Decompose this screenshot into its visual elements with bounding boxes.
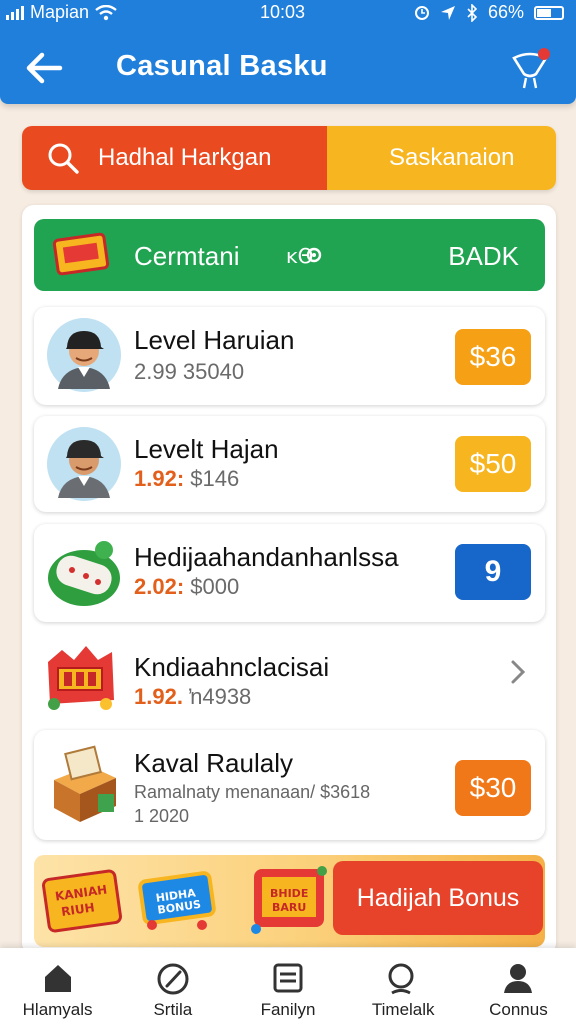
price-badge[interactable]: $30 [455, 760, 531, 816]
nav-label: Hlamyals [22, 1000, 93, 1019]
gear-icon: ĸΘ [286, 244, 322, 267]
notification-bell-icon [512, 48, 550, 89]
bonus-banner[interactable]: KANIAH RIUH HIDHA BONUS BHIDE BARU Hadij… [34, 855, 545, 947]
signal-icon [6, 5, 24, 20]
chevron-right-icon[interactable] [509, 658, 527, 686]
nav-label: Srtila [153, 1000, 193, 1019]
svg-text:ĸΘ: ĸΘ [286, 244, 313, 267]
treasure-box-icon [54, 745, 116, 822]
nav-label: Timelalk [371, 1000, 435, 1019]
banner-action: BADK [448, 241, 519, 271]
banner-title: Cermtani [134, 241, 240, 271]
item-title: Level Haruian [134, 325, 295, 355]
item-subtitle: 1.92. ŉ4938 [134, 684, 251, 710]
price-badge[interactable]: $50 [455, 436, 531, 492]
item-rating: 2.02: [134, 574, 185, 599]
profile-icon [504, 964, 533, 993]
back-arrow-icon [26, 52, 63, 84]
list-item[interactable]: Kaval Raulaly Ramalnaty menanaan/ $3618 … [34, 730, 545, 840]
nav-label: Fanilyn [260, 1000, 316, 1019]
nav-item-profile[interactable]: Connus [461, 948, 576, 1024]
search-alt-button[interactable]: Saskanaion [327, 126, 556, 190]
search-icon [388, 963, 414, 995]
search-label: Hadhal Harkgan [98, 144, 272, 171]
bonus-sticker-icon: KANIAH RIUH [42, 869, 122, 933]
notification-button[interactable] [506, 42, 554, 92]
item-subtitle: 2.99 35040 [134, 359, 245, 384]
bottom-navigation: Hlamyals Srtila Fanilyn Timelalk Connus [0, 948, 576, 1024]
nav-item-list[interactable]: Fanilyn [230, 948, 345, 1024]
search-banner: Hadhal Harkgan Saskanaion [22, 126, 556, 190]
item-subtitle: 2.02: $000 [134, 574, 239, 600]
search-alt-label: Saskanaion [389, 144, 515, 171]
back-button[interactable] [22, 46, 66, 90]
list-item[interactable]: Level Haruian 2.99 35040 $36 [34, 307, 545, 405]
bonus-box-icon: HIDHA BONUS [138, 871, 216, 930]
count-badge[interactable]: 9 [455, 544, 531, 600]
item-subtitle: Ramalnaty menanaan/ $3618 [134, 782, 371, 802]
nav-item-search[interactable]: Timelalk [346, 948, 461, 1024]
app-header: Mapian 10:03 66% Casunal Basku [0, 0, 576, 104]
bluetooth-icon [467, 3, 478, 22]
price-badge[interactable]: $36 [455, 329, 531, 385]
bonus-chest-icon: BHIDE BARU [251, 866, 327, 934]
list-item[interactable]: Hedijaahandanhanlssa 2.02: $000 9 [34, 524, 545, 622]
location-icon [440, 5, 455, 20]
list-item[interactable]: Levelt Hajan 1.92: $146 $50 [34, 416, 545, 512]
status-bar: Mapian 10:03 66% [0, 0, 576, 26]
category-banner[interactable]: Cermtani ĸΘ BADK [34, 219, 545, 291]
nav-item-gauge[interactable]: Srtila [115, 948, 230, 1024]
dice-icon [48, 541, 120, 606]
slot-machine-icon [48, 646, 114, 710]
avatar-icon [47, 427, 121, 501]
avatar-icon [47, 318, 121, 392]
battery-icon [534, 5, 564, 20]
item-price: $146 [190, 466, 240, 491]
item-title: Kaval Raulaly [134, 748, 293, 778]
wifi-icon [95, 4, 117, 20]
list-item[interactable]: Kndiaahnclacisai 1.92. ŉ4938 [34, 634, 545, 726]
page-title: Casunal Basku [116, 50, 328, 82]
item-title: Kndiaahnclacisai [134, 652, 330, 682]
nav-item-home[interactable]: Hlamyals [0, 948, 115, 1024]
item-rating: 1.92: [134, 466, 185, 491]
item-title: Hedijaahandanhanlssa [134, 542, 399, 572]
ticket-icon [52, 232, 110, 276]
search-button[interactable]: Hadhal Harkgan [22, 126, 327, 190]
carrier-name: Mapian [30, 2, 90, 22]
item-title: Levelt Hajan [134, 434, 279, 464]
search-icon [48, 143, 79, 174]
svg-text:BHIDE: BHIDE [270, 887, 308, 900]
item-subtitle: 1.92: $146 [134, 466, 239, 492]
svg-text:BARU: BARU [272, 901, 306, 914]
item-subtitle-2: 1 2020 [134, 806, 190, 826]
nav-label: Connus [489, 1000, 548, 1019]
alarm-icon [414, 5, 429, 20]
item-price: $000 [190, 574, 240, 599]
item-price: ŉ4938 [189, 684, 252, 709]
home-icon [44, 965, 71, 992]
clock: 10:03 [260, 2, 306, 22]
bonus-button[interactable]: Hadijah Bonus [333, 861, 543, 935]
battery-percent: 66% [487, 2, 524, 22]
gauge-icon [157, 963, 189, 995]
list-icon [273, 963, 303, 993]
item-rating: 1.92. [134, 684, 183, 709]
